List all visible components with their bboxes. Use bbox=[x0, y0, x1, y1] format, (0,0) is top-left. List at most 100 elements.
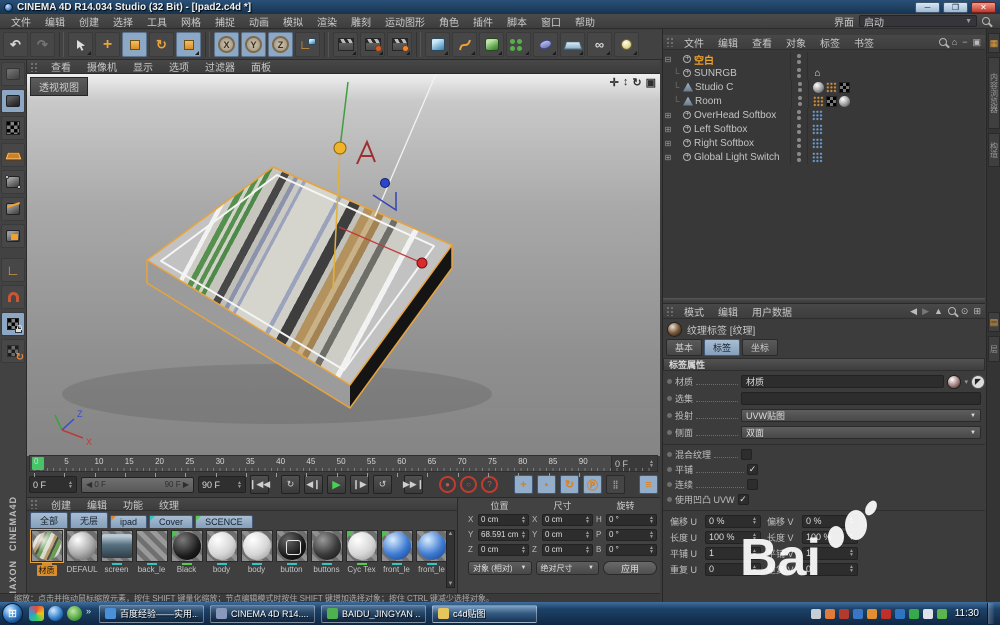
material-thumbnail[interactable] bbox=[31, 530, 63, 562]
material-layer-tab[interactable]: 全部 bbox=[30, 512, 68, 528]
visibility-toggles[interactable] bbox=[790, 150, 808, 164]
object-tags[interactable] bbox=[809, 96, 850, 107]
expand-icon[interactable]: ⊞ bbox=[663, 139, 673, 148]
object-manager-menu-item[interactable]: 对象 bbox=[779, 35, 813, 50]
material-item[interactable]: body bbox=[204, 530, 239, 576]
position-y-field[interactable]: 68.591 cm▲▼ bbox=[478, 529, 529, 541]
tray-icon[interactable] bbox=[853, 609, 863, 619]
material-layer-tab[interactable]: 无层 bbox=[70, 512, 108, 528]
render-view-icon[interactable] bbox=[333, 32, 358, 57]
live-selection-icon[interactable] bbox=[68, 32, 93, 57]
repeat-u-field[interactable]: 0▲▼ bbox=[705, 563, 761, 576]
side-dropdown[interactable]: 双面▼ bbox=[741, 426, 981, 439]
interface-dropdown[interactable]: 启动▼ bbox=[859, 15, 977, 27]
material-menu-item[interactable]: 编辑 bbox=[79, 497, 115, 512]
tab-structure[interactable]: 构造 bbox=[988, 133, 1000, 167]
offset-u-field[interactable]: 0 %▲▼ bbox=[705, 515, 761, 528]
attribute-menu-item[interactable]: 编辑 bbox=[711, 304, 745, 319]
menu-item[interactable]: 运动图形 bbox=[378, 14, 432, 29]
object-name[interactable]: Studio C bbox=[695, 82, 791, 93]
goto-start-icon[interactable]: ❙◀◀ bbox=[250, 475, 269, 494]
uv-workplane-icon[interactable] bbox=[1, 143, 25, 167]
object-name[interactable]: Global Light Switch bbox=[694, 152, 790, 163]
menu-item[interactable]: 动画 bbox=[242, 14, 276, 29]
object-name[interactable]: Room bbox=[695, 96, 791, 107]
material-link-field[interactable]: 材质 bbox=[741, 375, 944, 388]
position-mode-dropdown[interactable]: 对象 (相对)▼ bbox=[468, 561, 532, 575]
tab-coordinates[interactable]: 坐标 bbox=[742, 339, 778, 356]
tray-icon[interactable] bbox=[825, 609, 835, 619]
visibility-toggles[interactable] bbox=[790, 122, 808, 136]
material-item[interactable]: back_le bbox=[134, 530, 169, 576]
taskbar-button[interactable]: c4d贴图 bbox=[432, 605, 537, 623]
timeline-mode-icon[interactable]: ≡ bbox=[639, 475, 658, 494]
rotation-h-field[interactable]: 0 °▲▼ bbox=[606, 514, 657, 526]
show-desktop-button[interactable] bbox=[987, 603, 994, 624]
axis-mode-icon[interactable]: ∟ bbox=[1, 258, 25, 282]
material-name[interactable]: buttons bbox=[311, 565, 341, 574]
object-name[interactable]: Left Softbox bbox=[694, 124, 790, 135]
material-layer-tab[interactable]: SCENCE bbox=[195, 515, 253, 528]
material-item[interactable]: buttons bbox=[309, 530, 344, 576]
material-thumbnail[interactable] bbox=[101, 530, 133, 562]
material-thumbnail[interactable] bbox=[136, 530, 168, 562]
object-tags[interactable] bbox=[808, 110, 823, 121]
material-dropdown-icon[interactable]: ▾ bbox=[964, 378, 968, 386]
rotate-tool-icon[interactable]: ↻ bbox=[149, 32, 174, 57]
quicklaunch-icon[interactable] bbox=[67, 606, 82, 621]
object-manager-menu-item[interactable]: 书签 bbox=[847, 35, 881, 50]
visibility-toggles[interactable] bbox=[790, 52, 808, 66]
material-thumbnail[interactable] bbox=[206, 530, 238, 562]
panel-grip-icon[interactable] bbox=[666, 37, 674, 47]
material-thumbnail[interactable] bbox=[276, 530, 308, 562]
menu-item[interactable]: 渲染 bbox=[310, 14, 344, 29]
object-row[interactable]: ⊟ 空白 bbox=[663, 52, 985, 66]
record-keyframe-icon[interactable]: ● bbox=[439, 476, 456, 493]
search-icon[interactable] bbox=[939, 38, 947, 46]
autokey-icon[interactable]: ○ bbox=[460, 476, 477, 493]
object-manager-menu-item[interactable]: 文件 bbox=[677, 35, 711, 50]
light-icon[interactable] bbox=[614, 32, 639, 57]
material-name[interactable]: Cyc Tex bbox=[345, 565, 377, 574]
visibility-toggles[interactable] bbox=[790, 136, 808, 150]
end-frame-field[interactable]: 90 F▲▼ bbox=[198, 476, 246, 493]
deformer-icon[interactable] bbox=[533, 32, 558, 57]
expand-icon[interactable]: ⊟ bbox=[663, 55, 673, 64]
object-name[interactable]: SUNRGB bbox=[694, 68, 790, 79]
restore-button[interactable]: ❐ bbox=[943, 2, 968, 13]
panel-grip-icon[interactable] bbox=[666, 306, 674, 316]
object-tags[interactable] bbox=[808, 124, 823, 135]
object-row[interactable]: └ SUNRGB bbox=[663, 66, 985, 80]
object-row[interactable]: ⊞ OverHead Softbox bbox=[663, 108, 985, 122]
tab-layer[interactable]: 层 bbox=[988, 336, 1000, 362]
viewport-menu-item[interactable]: 面板 bbox=[243, 59, 279, 74]
object-name[interactable]: 空白 bbox=[694, 52, 790, 67]
key-pla-icon[interactable]: ⣿ bbox=[606, 475, 625, 494]
menu-item[interactable]: 插件 bbox=[466, 14, 500, 29]
timeline-ruler[interactable]: 051015202530354045505560657075808590 0 F… bbox=[29, 455, 658, 472]
material-picker-icon[interactable]: ◤ bbox=[971, 375, 985, 389]
menu-item[interactable]: 捕捉 bbox=[208, 14, 242, 29]
taskbar-clock[interactable]: 11:30 bbox=[955, 608, 979, 619]
edges-mode-icon[interactable] bbox=[1, 197, 25, 221]
subdivision-surface-icon[interactable] bbox=[479, 32, 504, 57]
size-y-field[interactable]: 0 cm▲▼ bbox=[542, 529, 593, 541]
material-name[interactable]: front_le bbox=[381, 565, 412, 574]
viewport-menu-item[interactable]: 摄像机 bbox=[79, 59, 125, 74]
size-mode-dropdown[interactable]: 绝对尺寸▼ bbox=[536, 561, 600, 575]
material-name[interactable]: body bbox=[211, 565, 232, 574]
tile-checkbox[interactable]: ✓ bbox=[747, 464, 758, 475]
size-x-field[interactable]: 0 cm▲▼ bbox=[542, 514, 593, 526]
menu-item[interactable]: 工具 bbox=[140, 14, 174, 29]
material-item[interactable]: front_le bbox=[414, 530, 449, 576]
tiles-v-field[interactable]: 1▲▼ bbox=[802, 547, 858, 560]
material-item[interactable]: 材质 bbox=[29, 530, 64, 576]
material-thumbnail[interactable] bbox=[311, 530, 343, 562]
material-thumbnail[interactable] bbox=[346, 530, 378, 562]
object-row[interactable]: └ Studio C bbox=[663, 80, 985, 94]
material-name[interactable]: back_le bbox=[136, 565, 168, 574]
panel-grip-icon[interactable] bbox=[30, 499, 38, 509]
tiles-u-field[interactable]: 1▲▼ bbox=[705, 547, 761, 560]
material-name[interactable]: 材质 bbox=[37, 565, 57, 576]
material-name[interactable]: button bbox=[278, 565, 304, 574]
